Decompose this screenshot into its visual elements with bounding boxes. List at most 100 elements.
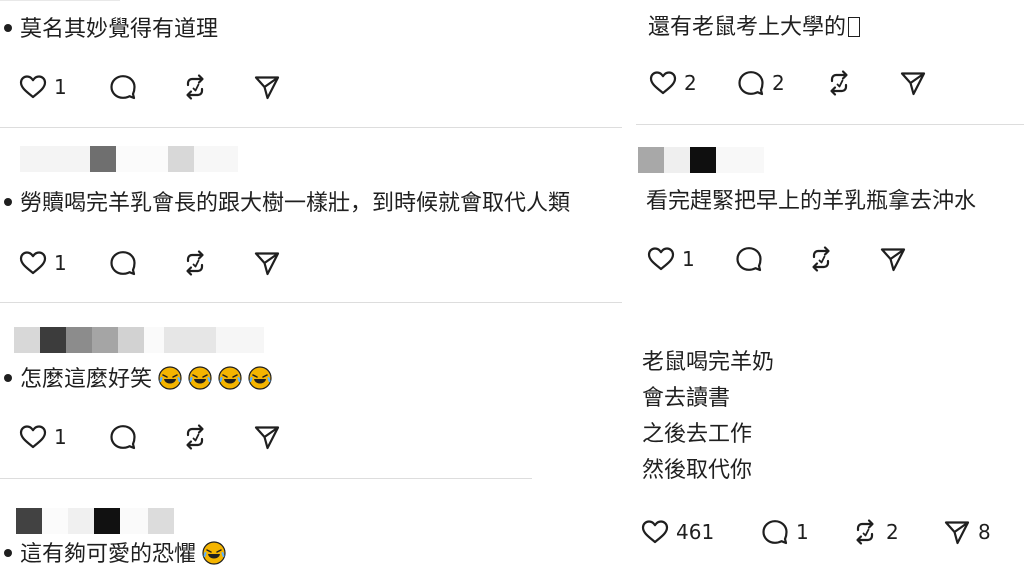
censored-username xyxy=(20,146,238,172)
comment-body: 勞贖喝完羊乳會長的跟大樹一樣壯，到時候就會取代人類 xyxy=(20,191,571,216)
like-count: 1 xyxy=(54,75,67,99)
rolling-on-floor-laughing-emoji xyxy=(158,366,182,390)
share-button[interactable] xyxy=(252,248,282,278)
repost-icon xyxy=(180,248,210,278)
share-count: 8 xyxy=(978,520,991,544)
rolling-on-floor-laughing-emoji xyxy=(248,366,272,390)
like-button[interactable]: 1 xyxy=(18,72,108,102)
comment-actions: 1 xyxy=(646,244,908,274)
reply-bubble-icon xyxy=(734,244,764,274)
repost-button[interactable] xyxy=(180,72,252,102)
heart-icon xyxy=(18,248,48,278)
reply-count: 2 xyxy=(772,71,785,95)
comment-text: 勞贖喝完羊乳會長的跟大樹一樣壯，到時候就會取代人類 xyxy=(4,190,570,218)
post-line: 老鼠喝完羊奶 xyxy=(642,350,775,375)
reply-button[interactable] xyxy=(108,422,180,452)
repost-icon xyxy=(824,68,854,98)
repost-button[interactable] xyxy=(180,248,252,278)
reply-bubble-icon xyxy=(108,248,138,278)
repost-count: 2 xyxy=(886,520,899,544)
comment-text: 看完趕緊把早上的羊乳瓶拿去沖水 xyxy=(646,188,976,216)
rolling-on-floor-laughing-emoji xyxy=(188,366,212,390)
share-button[interactable] xyxy=(878,244,908,274)
share-icon xyxy=(252,248,282,278)
comment-divider xyxy=(636,124,1024,125)
repost-button[interactable] xyxy=(824,68,898,98)
reply-button[interactable]: 1 xyxy=(760,517,850,547)
reply-bubble-icon xyxy=(736,68,766,98)
share-icon xyxy=(252,72,282,102)
rolling-on-floor-laughing-emoji xyxy=(202,541,226,565)
bullet-dot xyxy=(4,374,12,382)
bullet-dot xyxy=(4,549,12,557)
reply-button[interactable] xyxy=(108,72,180,102)
bullet-dot xyxy=(4,24,12,32)
reply-count: 1 xyxy=(796,520,809,544)
post-body: 老鼠喝完羊奶 會去讀書 之後去工作 然後取代你 xyxy=(642,345,774,489)
like-count: 461 xyxy=(676,520,715,544)
heart-icon xyxy=(648,68,678,98)
share-button[interactable] xyxy=(252,72,282,102)
like-count: 2 xyxy=(684,71,697,95)
comment-divider xyxy=(0,127,622,128)
heart-icon xyxy=(640,517,670,547)
comment-text: 這有夠可愛的恐懼 xyxy=(4,541,226,569)
comment-text: 還有老鼠考上大學的 xyxy=(648,14,861,42)
like-count: 1 xyxy=(54,425,67,449)
post-actions: 461 1 2 8 xyxy=(640,517,991,547)
comment-actions: 1 xyxy=(18,422,282,452)
repost-button[interactable] xyxy=(180,422,252,452)
comment-body: 還有老鼠考上大學的 xyxy=(648,15,847,40)
rolling-on-floor-laughing-emoji xyxy=(218,366,242,390)
share-icon xyxy=(878,244,908,274)
repost-button[interactable]: 2 xyxy=(850,517,942,547)
comment-actions: 1 xyxy=(18,248,282,278)
share-icon xyxy=(942,517,972,547)
comment-actions: 2 2 xyxy=(648,68,928,98)
post-line: 然後取代你 xyxy=(642,458,753,483)
censored-username xyxy=(14,327,264,353)
like-count: 1 xyxy=(682,247,695,271)
reply-button[interactable] xyxy=(108,248,180,278)
bullet-dot xyxy=(4,198,12,206)
share-button[interactable] xyxy=(252,422,282,452)
comment-text: 莫名其妙覺得有道理 xyxy=(4,16,218,44)
share-icon xyxy=(898,68,928,98)
repost-icon xyxy=(180,422,210,452)
heart-icon xyxy=(18,422,48,452)
reply-bubble-icon xyxy=(108,72,138,102)
like-button[interactable]: 1 xyxy=(646,244,734,274)
repost-icon xyxy=(806,244,836,274)
comment-body: 莫名其妙覺得有道理 xyxy=(20,17,219,42)
comment-body: 怎麼這麼好笑 xyxy=(20,367,153,392)
missing-glyph xyxy=(848,17,861,37)
comment-body: 看完趕緊把早上的羊乳瓶拿去沖水 xyxy=(646,189,977,214)
heart-icon xyxy=(646,244,676,274)
like-count: 1 xyxy=(54,251,67,275)
reply-button[interactable] xyxy=(734,244,806,274)
reply-bubble-icon xyxy=(108,422,138,452)
post-line: 會去讀書 xyxy=(642,386,731,411)
comment-body: 這有夠可愛的恐懼 xyxy=(20,542,197,567)
repost-icon xyxy=(850,517,880,547)
post-line: 之後去工作 xyxy=(642,422,753,447)
reply-bubble-icon xyxy=(760,517,790,547)
censored-username xyxy=(16,508,174,534)
comment-actions: 1 xyxy=(18,72,282,102)
reply-button[interactable]: 2 xyxy=(736,68,824,98)
top-divider-left xyxy=(0,0,120,1)
share-icon xyxy=(252,422,282,452)
repost-button[interactable] xyxy=(806,244,878,274)
comment-divider xyxy=(0,478,532,479)
repost-icon xyxy=(180,72,210,102)
share-button[interactable] xyxy=(898,68,928,98)
like-button[interactable]: 1 xyxy=(18,422,108,452)
comment-text: 怎麼這麼好笑 xyxy=(4,366,272,394)
like-button[interactable]: 461 xyxy=(640,517,760,547)
censored-username xyxy=(638,147,764,173)
heart-icon xyxy=(18,72,48,102)
comment-divider xyxy=(0,302,622,303)
like-button[interactable]: 1 xyxy=(18,248,108,278)
like-button[interactable]: 2 xyxy=(648,68,736,98)
share-button[interactable]: 8 xyxy=(942,517,991,547)
